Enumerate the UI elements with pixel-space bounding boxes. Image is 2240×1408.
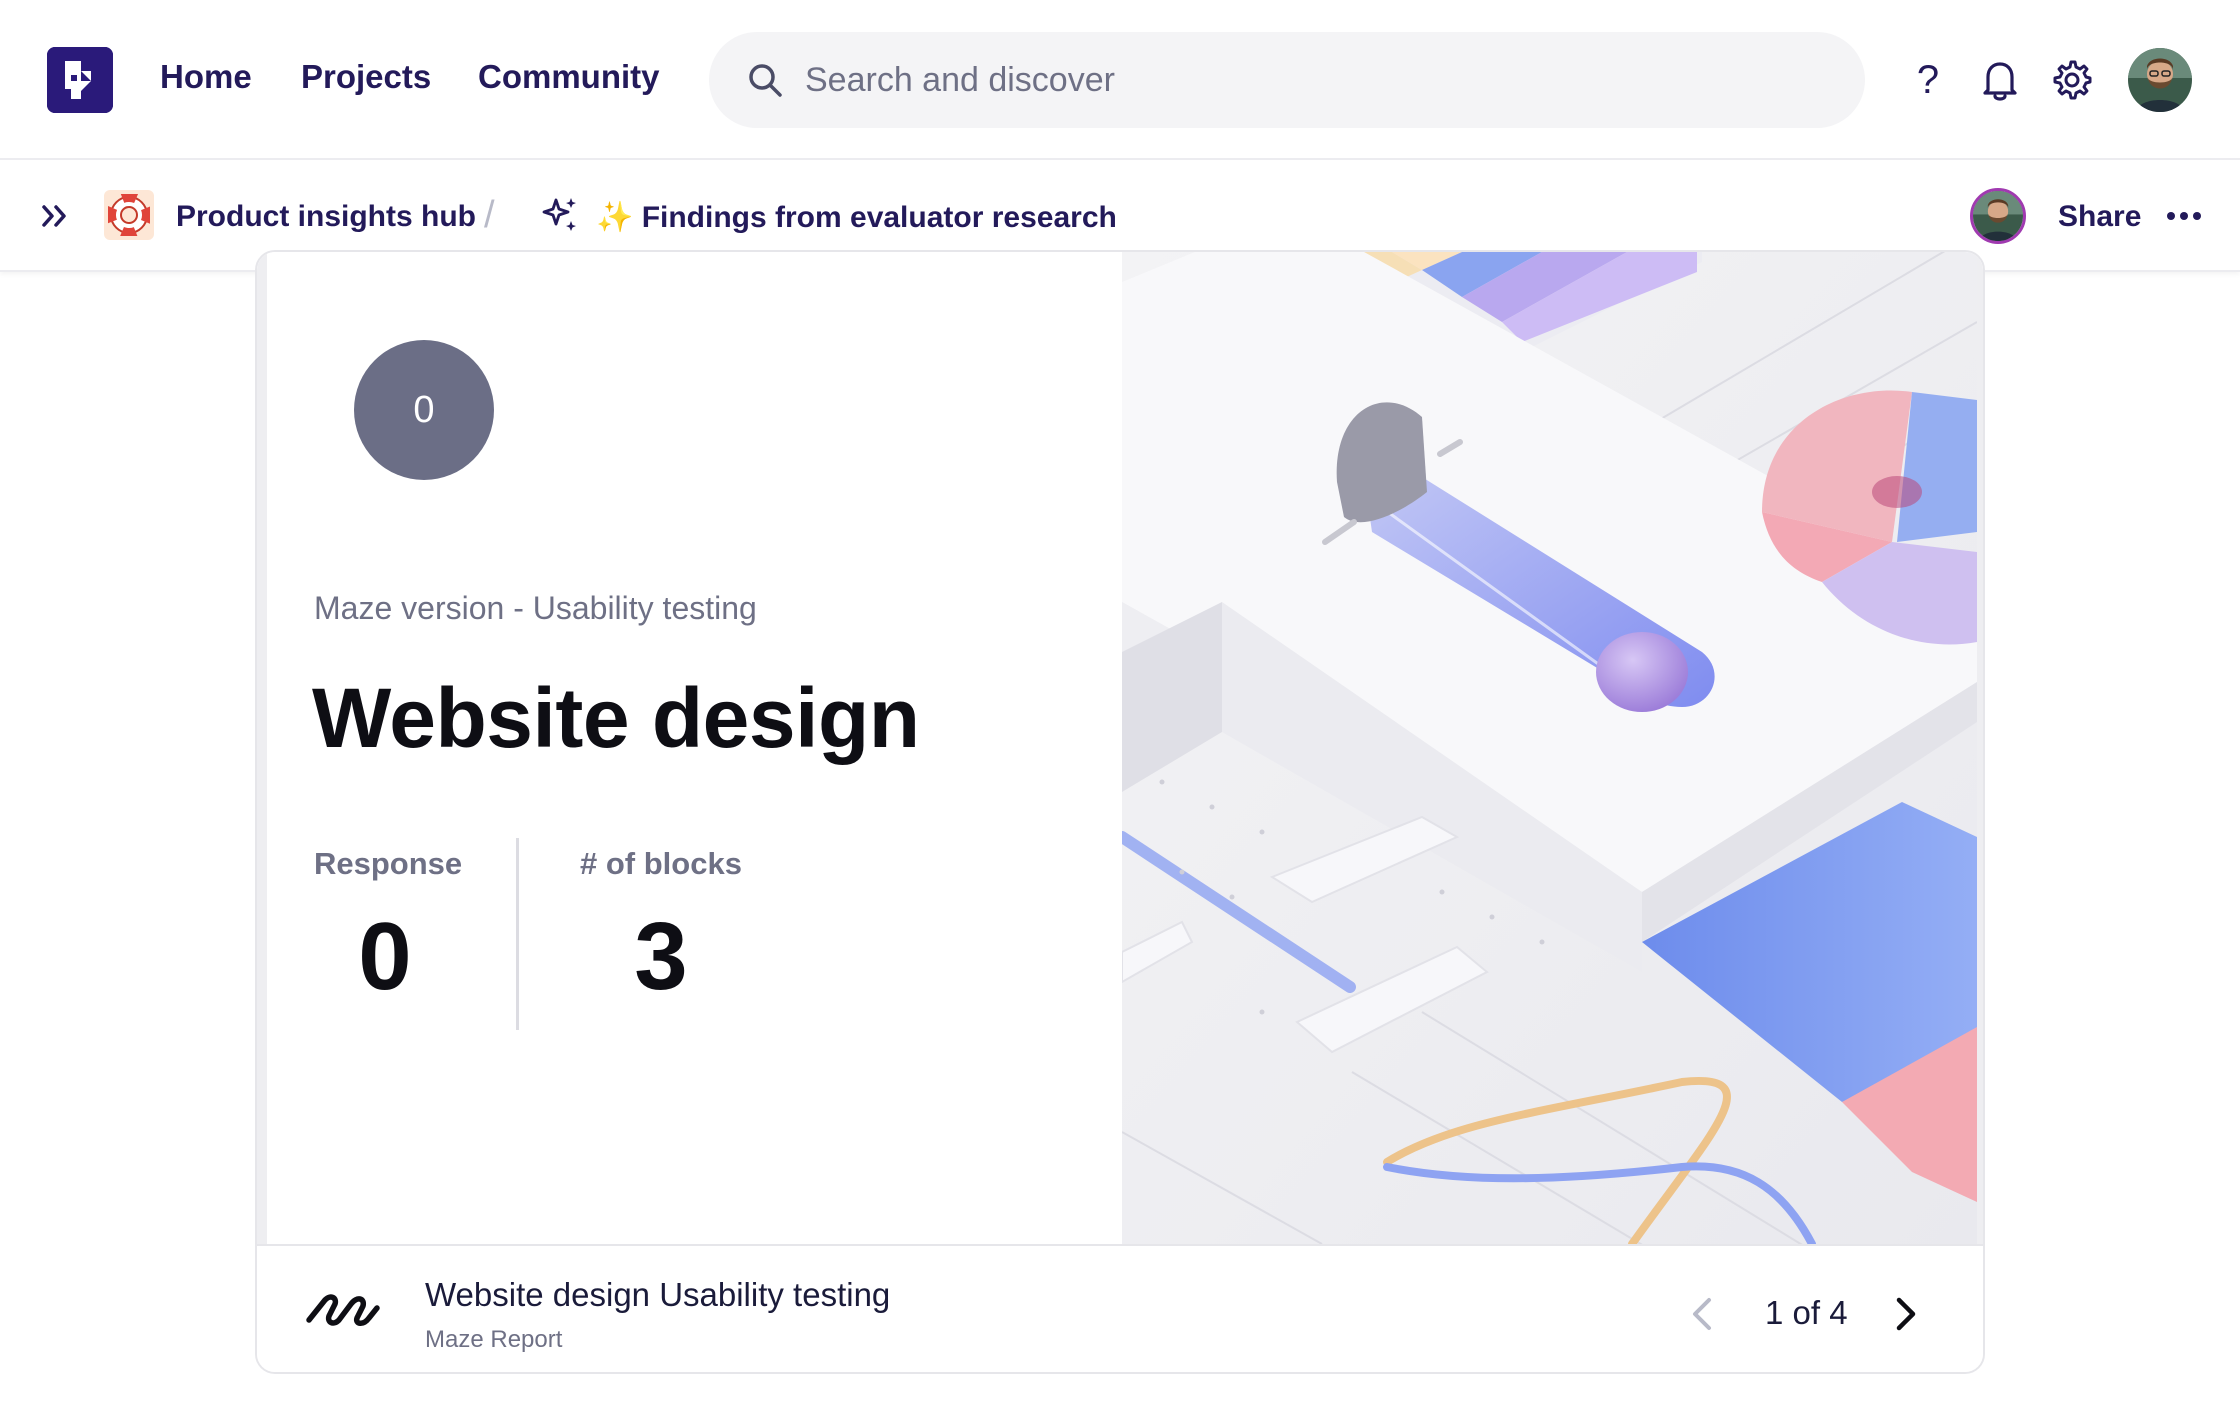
status-badge: 0: [354, 340, 494, 480]
breadcrumb-page[interactable]: ✨ Findings from evaluator research: [596, 200, 1117, 235]
share-button[interactable]: Share: [2058, 200, 2141, 234]
card-edge: [257, 252, 267, 1244]
bell-icon[interactable]: [1976, 56, 2024, 104]
stat-value-response: 0: [358, 903, 412, 1010]
lifebuoy-icon: [104, 190, 154, 240]
maze-logo-icon: [306, 1294, 380, 1326]
report-subtitle: Maze version - Usability testing: [314, 590, 757, 626]
stat-label-response: Response: [314, 846, 463, 881]
footer-title[interactable]: Website design Usability testing: [425, 1276, 890, 1314]
sparkles-icon: [542, 198, 576, 231]
collaborator-avatar[interactable]: [1970, 188, 2026, 244]
search-bar[interactable]: [709, 32, 1865, 128]
breadcrumb-hub[interactable]: Product insights hub: [176, 200, 476, 234]
footer-subtitle: Maze Report: [425, 1326, 563, 1353]
report-preview: 0 Maze version - Usability testing Websi…: [257, 252, 1983, 1244]
logo-icon[interactable]: [47, 47, 113, 113]
gear-icon[interactable]: [2048, 56, 2096, 104]
chevron-right-icon[interactable]: [1893, 1294, 1921, 1334]
help-icon[interactable]: ?: [1904, 56, 1952, 104]
nav-home[interactable]: Home: [160, 58, 252, 96]
stat-divider: [516, 838, 519, 1030]
top-navigation: Home Projects Community ?: [0, 0, 2240, 160]
stat-value-blocks: 3: [634, 903, 688, 1010]
search-input[interactable]: [805, 32, 1805, 128]
breadcrumb-separator: /: [484, 194, 495, 236]
pager-count: 1 of 4: [1765, 1294, 1848, 1331]
nav-projects[interactable]: Projects: [301, 58, 431, 96]
nav-community[interactable]: Community: [478, 58, 660, 96]
report-title: Website design: [312, 671, 920, 765]
card-edge: [1977, 252, 1983, 1244]
more-icon[interactable]: [2166, 210, 2202, 222]
card-footer: Website design Usability testing Maze Re…: [257, 1244, 1983, 1372]
report-card[interactable]: 0 Maze version - Usability testing Websi…: [255, 250, 1985, 1374]
maze-illustration: [1122, 252, 1977, 1244]
chevron-left-icon[interactable]: [1687, 1294, 1715, 1334]
stat-label-blocks: # of blocks: [580, 846, 742, 881]
search-icon: [749, 64, 782, 97]
expand-icon[interactable]: [38, 198, 74, 234]
user-avatar[interactable]: [2128, 48, 2192, 112]
